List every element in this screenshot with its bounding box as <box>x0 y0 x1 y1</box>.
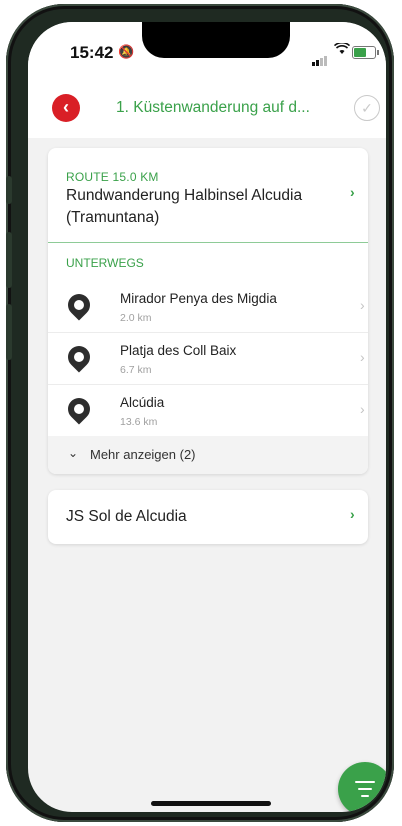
filter-button[interactable] <box>338 762 386 812</box>
route-distance-label: ROUTE 15.0 KM <box>66 170 159 184</box>
volume-up-button <box>6 232 12 288</box>
page-title: 1. Küstenwanderung auf d... <box>116 99 310 116</box>
accommodation-name: JS Sol de Alcudia <box>66 508 187 525</box>
location-pin-icon <box>63 393 95 425</box>
checkmark-circle-icon[interactable]: ✓ <box>354 95 380 121</box>
battery-icon <box>352 46 379 59</box>
back-button[interactable]: ‹ <box>52 94 80 122</box>
chevron-right-icon: › <box>360 401 365 417</box>
status-time: 15:42 <box>70 43 114 62</box>
list-item[interactable]: Alcúdia 13.6 km › <box>48 384 368 436</box>
stop-distance: 6.7 km <box>120 364 152 376</box>
mute-switch <box>6 176 12 204</box>
stop-distance: 2.0 km <box>120 312 152 324</box>
signal-icon <box>312 48 328 66</box>
show-more-button[interactable]: ⌄ Mehr anzeigen (2) <box>48 436 368 474</box>
bell-slash-icon: 🔕 <box>118 44 135 59</box>
chevron-down-icon: ⌄ <box>68 446 79 460</box>
chevron-right-icon: › <box>360 349 365 365</box>
stop-name: Mirador Penya des Migdia <box>120 291 277 306</box>
phone-frame: 15:42 🔕 ‹ 1. Küstenwanderung auf d... ✓ … <box>6 4 394 822</box>
route-name: Rundwanderung Halbinsel Alcudia (Tramunt… <box>66 187 303 226</box>
status-bar: 15:42 🔕 <box>28 22 386 76</box>
route-row[interactable]: ROUTE 15.0 KM Rundwanderung Halbinsel Al… <box>48 148 368 243</box>
volume-down-button <box>6 304 12 360</box>
stop-distance: 13.6 km <box>120 416 158 428</box>
notch <box>142 22 290 58</box>
stop-name: Platja des Coll Baix <box>120 343 237 358</box>
home-indicator <box>151 801 271 806</box>
stop-name: Alcúdia <box>120 395 165 410</box>
chevron-right-icon: › <box>360 297 365 313</box>
screen: 15:42 🔕 ‹ 1. Küstenwanderung auf d... ✓ … <box>28 22 386 812</box>
section-label: UNTERWEGS <box>66 256 144 270</box>
location-pin-icon <box>63 341 95 373</box>
route-card: ROUTE 15.0 KM Rundwanderung Halbinsel Al… <box>48 148 368 474</box>
location-pin-icon <box>63 289 95 321</box>
accommodation-card[interactable]: JS Sol de Alcudia › <box>48 490 368 544</box>
chevron-right-icon: › <box>350 506 355 522</box>
chevron-right-icon: › <box>350 184 355 200</box>
wifi-icon <box>333 41 351 58</box>
navigation-bar: ‹ 1. Küstenwanderung auf d... ✓ <box>28 76 386 138</box>
back-arrow-icon: ‹ <box>63 97 69 117</box>
list-item[interactable]: Platja des Coll Baix 6.7 km › <box>48 332 368 385</box>
list-item[interactable]: Mirador Penya des Migdia 2.0 km › <box>48 280 368 333</box>
show-more-label: Mehr anzeigen (2) <box>90 447 196 462</box>
